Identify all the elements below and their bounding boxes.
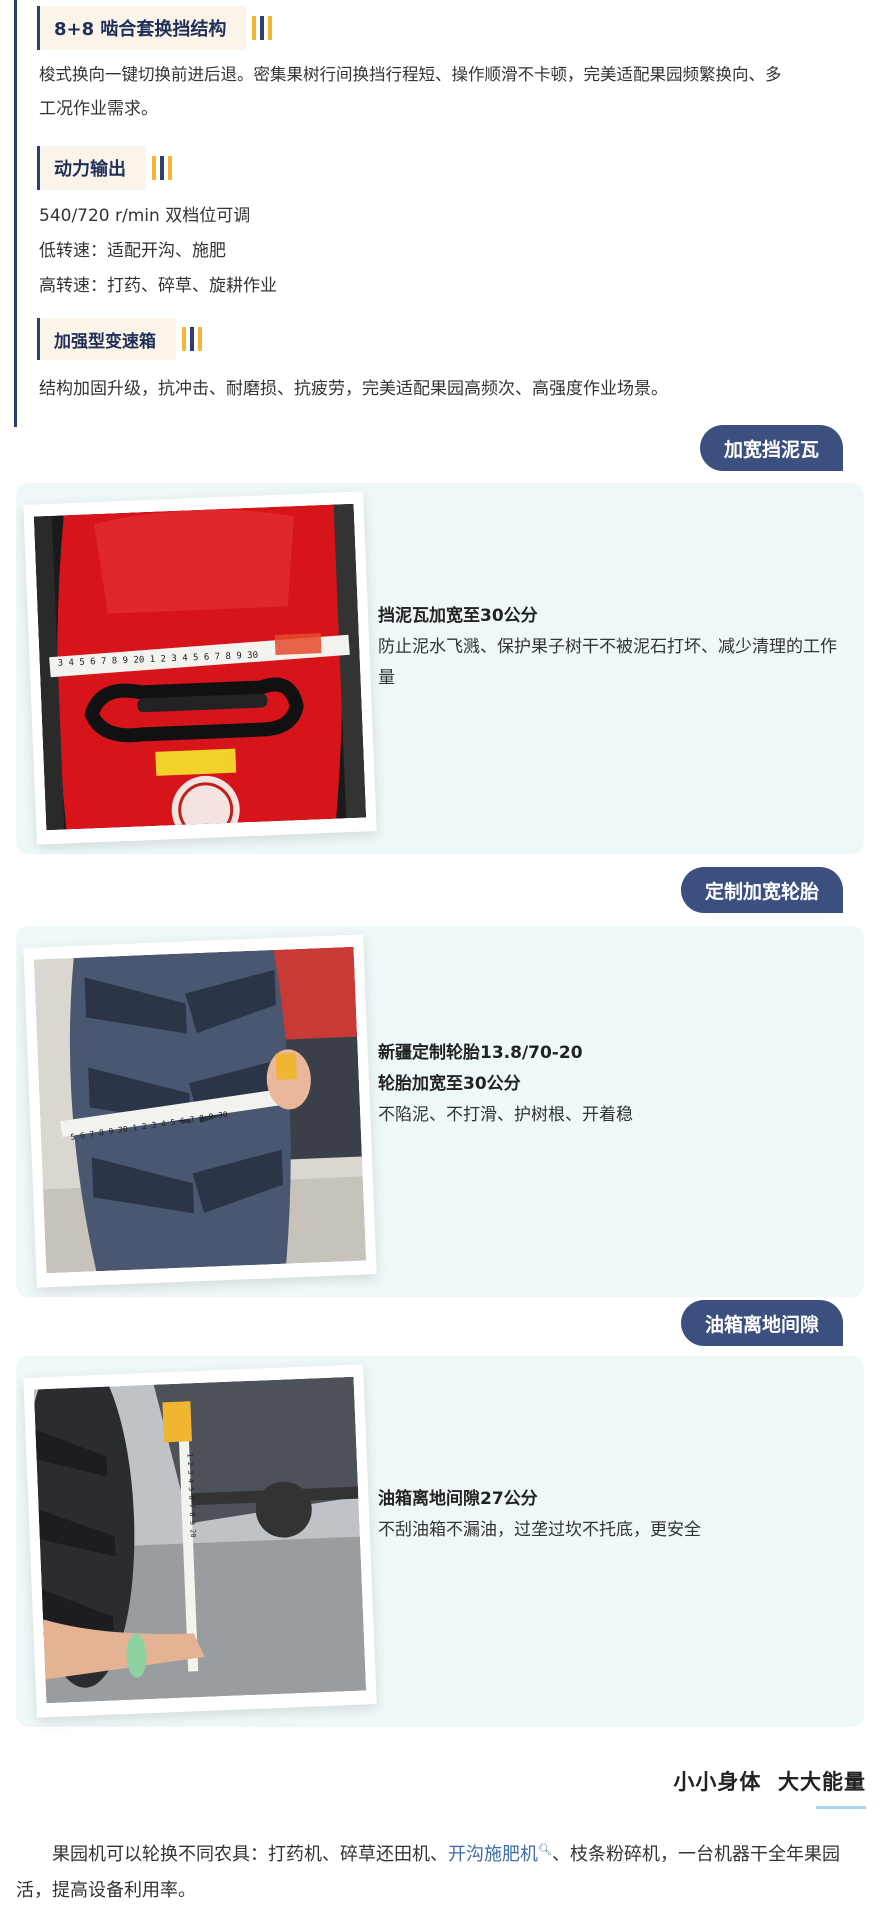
spec-heading: 动力输出 [40,146,146,190]
feature-title: 油箱离地间隙27公分 [378,1489,538,1509]
heading-deco-icon [182,327,202,351]
feature-desc: 不刮油箱不漏油，过垄过坎不托底，更安全 [378,1520,701,1540]
spec-text: 540/720 r/min 双档位可调 低转速：适配开沟、施肥 高转速：打药、碎… [39,199,879,304]
feature-photo-fender: 3 4 5 6 7 8 9 20 1 2 3 4 5 6 7 8 9 30 [23,491,377,845]
implement-link-label: 开沟施肥机 [448,1844,538,1865]
feature-tag: 定制加宽轮胎 [680,867,843,913]
feature-card: 3 4 5 6 7 8 9 20 1 2 3 4 5 6 7 8 9 30 挡泥… [16,483,864,854]
spec-line: 结构加固升级，抗冲击、耐磨损、抗疲劳，完美适配果园高频次、高强度作业场景。 [39,379,668,399]
feature-card: 1 2 3 4 5 6 7 8 9 20 油箱离地间隙27公分 不刮油箱不漏油，… [16,1356,864,1727]
section-title: 小小身体 大大能量 [673,1770,866,1794]
feature-photo-tire: 5 6 7 8 9 20 1 2 3 4 5 6 7 8 9 30 [23,934,377,1288]
bottom-paragraph: 果园机可以轮换不同农具：打药机、碎草还田机、开沟施肥机🔍︎、枝条粉碎机，一台机器… [16,1832,866,1909]
feature-desc: 不陷泥、不打滑、护树根、开着稳 [378,1105,633,1125]
spec-line: 540/720 r/min 双档位可调 [39,206,251,226]
heading-deco-icon [252,16,273,40]
spec-heading-pto: 动力输出 [37,146,172,190]
feature-tag: 油箱离地间隙 [680,1300,843,1346]
spec-heading: 加强型变速箱 [40,318,176,360]
spec-text: 梭式换向一键切换前进后退。密集果树行间换挡行程短、操作顺滑不卡顿，完美适配果园频… [39,58,879,126]
spec-text: 结构加固升级，抗冲击、耐磨损、抗疲劳，完美适配果园高频次、高强度作业场景。 [39,372,879,406]
tire-photo: 5 6 7 8 9 20 1 2 3 4 5 6 7 8 9 30 [33,946,367,1274]
heading-deco-icon [152,156,172,180]
spec-heading: 8+8 啮合套换挡结构 [40,6,247,50]
feature-tag: 加宽挡泥瓦 [699,425,843,471]
feature-text: 新疆定制轮胎13.8/70-20 轮胎加宽至30公分 不陷泥、不打滑、护树根、开… [378,1038,838,1131]
feature-text: 油箱离地间隙27公分 不刮油箱不漏油，过垄过坎不托底，更安全 [378,1484,838,1546]
feature-desc: 防止泥水飞溅、保护果子树干不被泥石打坏、减少清理的工作量 [378,637,837,688]
feature-title: 挡泥瓦加宽至30公分 [378,606,538,626]
spec-line: 梭式换向一键切换前进后退。密集果树行间换挡行程短、操作顺滑不卡顿，完美适配果园频… [39,65,782,84]
implement-link[interactable]: 开沟施肥机🔍︎ [448,1843,552,1865]
search-icon: 🔍︎ [538,1843,552,1856]
spec-heading-shift: 8+8 啮合套换挡结构 [37,6,273,50]
spec-line: 高转速：打药、碎草、旋耕作业 [39,276,277,296]
spec-line: 低转速：适配开沟、施肥 [39,241,226,261]
feature-title: 新疆定制轮胎13.8/70-20 [378,1043,583,1063]
fender-photo: 3 4 5 6 7 8 9 20 1 2 3 4 5 6 7 8 9 30 [33,503,367,831]
feature-card: 5 6 7 8 9 20 1 2 3 4 5 6 7 8 9 30 新疆定制轮胎… [16,926,864,1297]
feature-text: 挡泥瓦加宽至30公分 防止泥水飞溅、保护果子树干不被泥石打坏、减少清理的工作量 [378,601,838,694]
fueltank-photo: 1 2 3 4 5 6 7 8 9 20 [33,1376,367,1704]
feature-photo-fueltank: 1 2 3 4 5 6 7 8 9 20 [23,1364,377,1718]
spec-line: 工况作业需求。 [39,99,158,119]
feature-title: 轮胎加宽至30公分 [378,1074,521,1094]
specs-block: 8+8 啮合套换挡结构 梭式换向一键切换前进后退。密集果树行间换挡行程短、操作顺… [14,0,880,427]
section-underline [816,1806,866,1809]
bottom-text: 果园机可以轮换不同农具：打药机、碎草还田机、 [52,1844,448,1865]
spec-heading-gearbox: 加强型变速箱 [37,318,202,360]
